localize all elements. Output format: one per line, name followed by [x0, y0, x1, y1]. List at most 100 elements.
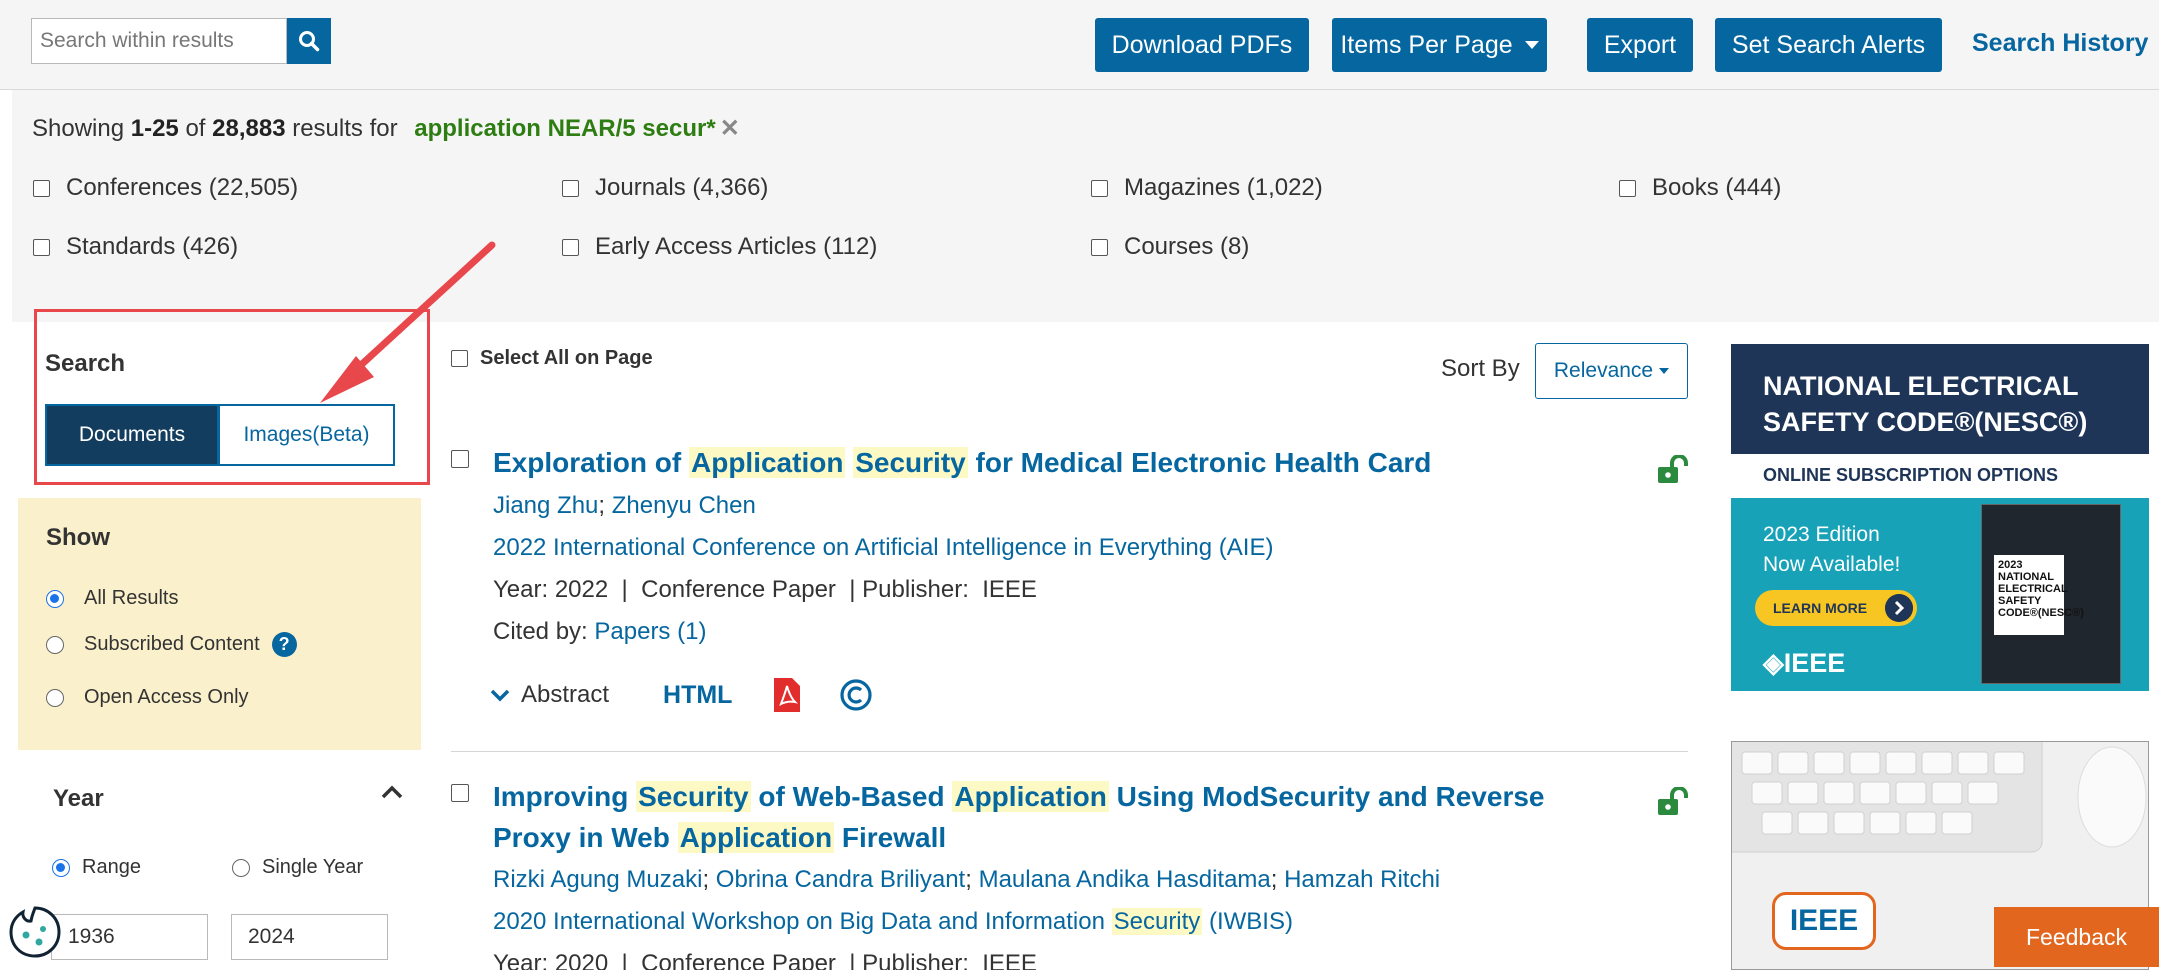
author-link[interactable]: Obrina Candra Briliyant [716, 866, 965, 893]
copyright-icon[interactable] [839, 678, 873, 712]
radio-label: Range [82, 856, 141, 878]
checkbox[interactable] [33, 238, 50, 256]
filter-label: Magazines (1,022) [1124, 174, 1323, 201]
venue-link[interactable]: 2020 International Workshop on Big Data … [493, 908, 1293, 935]
radio[interactable] [46, 635, 64, 654]
year-single-option[interactable]: Single Year [232, 856, 363, 879]
ad-edition-line: Now Available! [1763, 553, 1901, 576]
feedback-button[interactable]: Feedback [1994, 907, 2159, 967]
sort-value: Relevance [1553, 359, 1654, 382]
show-open-access-only[interactable]: Open Access Only [46, 686, 249, 709]
search-within-results[interactable] [31, 18, 288, 64]
search-icon [299, 31, 320, 52]
result-title-link[interactable]: Improving Security of Web-Based Applicat… [493, 777, 1545, 817]
radio-selected[interactable] [52, 858, 70, 877]
radio[interactable] [46, 688, 64, 707]
sort-by-label: Sort By [1441, 355, 1520, 382]
help-icon[interactable]: ? [271, 632, 297, 657]
result-meta: Year: 2020 | Conference Paper | Publishe… [493, 950, 1037, 970]
download-pdfs-button[interactable]: Download PDFs [1095, 18, 1309, 72]
title-part: Exploration of [493, 447, 689, 478]
highlight-term: Security [636, 781, 751, 812]
checkbox[interactable] [1619, 179, 1636, 197]
filter-label: Early Access Articles (112) [595, 233, 878, 260]
filter-courses[interactable]: Courses (8) [1091, 233, 1249, 261]
venue-link[interactable]: 2022 International Conference on Artific… [493, 534, 1273, 561]
show-subscribed-content[interactable]: Subscribed Content? [46, 632, 297, 657]
year-to-input[interactable]: 2024 [231, 914, 388, 960]
ad-strip-text: ONLINE SUBSCRIPTION OPTIONS [1763, 465, 2059, 485]
radio[interactable] [232, 858, 250, 877]
result-title-link-line2[interactable]: Proxy in Web Application Firewall [493, 818, 946, 858]
items-per-page-dropdown[interactable]: Items Per Page [1332, 18, 1547, 72]
year-from-input[interactable]: 1936 [51, 914, 208, 960]
author-link[interactable]: Rizki Agung Muzaki [493, 866, 702, 893]
summary-range: 1-25 [130, 115, 179, 142]
ad-edition: 2023 Edition Now Available! [1763, 520, 1900, 580]
caret-down-icon [1659, 368, 1670, 374]
checkbox[interactable] [562, 179, 579, 197]
checkbox[interactable] [1091, 238, 1108, 256]
ad-title-line: SAFETY CODE®(NESC®) [1763, 407, 2088, 437]
images-beta-toggle[interactable]: Images(Beta) [219, 404, 395, 466]
checkbox[interactable] [1091, 179, 1108, 197]
author-link[interactable]: Zhenyu Chen [612, 492, 756, 519]
checkbox[interactable] [451, 350, 468, 367]
author-link[interactable]: Hamzah Ritchi [1284, 866, 1440, 893]
result-divider [451, 751, 1688, 752]
radio-selected[interactable] [46, 589, 64, 608]
open-access-lock-icon [1658, 455, 1688, 483]
result-venue: 2022 International Conference on Artific… [493, 534, 1273, 562]
author-link[interactable]: Jiang Zhu [493, 492, 598, 519]
checkbox[interactable] [562, 238, 579, 256]
search-within-input[interactable] [32, 19, 288, 63]
pdf-icon[interactable] [772, 676, 802, 714]
ad-learn-more-button[interactable]: LEARN MORE [1755, 590, 1917, 626]
result-checkbox[interactable] [451, 450, 469, 468]
nesc-advertisement[interactable]: NATIONAL ELECTRICAL SAFETY CODE®(NESC®) O… [1731, 344, 2149, 691]
show-all-results[interactable]: All Results [46, 587, 178, 610]
highlight-term: Security [1111, 908, 1203, 935]
ad-title: NATIONAL ELECTRICAL SAFETY CODE®(NESC®) [1763, 368, 2087, 440]
highlight-term: Security [853, 447, 968, 478]
filter-journals[interactable]: Journals (4,366) [562, 174, 768, 202]
search-button[interactable] [287, 18, 331, 64]
cookie-settings-icon[interactable] [8, 905, 62, 959]
author-link[interactable]: Maulana Andika Hasditama [979, 866, 1271, 893]
result-title-link[interactable]: Exploration of Application Security for … [493, 443, 1431, 483]
cited-by-label: Cited by: [493, 618, 588, 645]
year-range-option[interactable]: Range [52, 856, 141, 879]
abstract-toggle[interactable]: Abstract [489, 681, 609, 709]
html-link[interactable]: HTML [663, 681, 732, 710]
ad-edition-line: 2023 Edition [1763, 523, 1880, 546]
search-history-link[interactable]: Search History [1972, 29, 2148, 58]
export-button[interactable]: Export [1587, 18, 1693, 72]
select-all-label: Select All on Page [480, 347, 653, 369]
radio-label: Open Access Only [84, 686, 249, 708]
filter-standards[interactable]: Standards (426) [33, 233, 238, 261]
clear-query-icon[interactable]: ✕ [720, 115, 740, 142]
summary-total: 28,883 [212, 115, 286, 142]
documents-toggle[interactable]: Documents [45, 404, 219, 466]
filter-books[interactable]: Books (444) [1619, 174, 1781, 202]
result-cited-by: Cited by: Papers (1) [493, 618, 706, 646]
result-authors: Rizki Agung Muzaki; Obrina Candra Briliy… [493, 866, 1441, 893]
checkbox[interactable] [33, 179, 50, 197]
filter-early-access[interactable]: Early Access Articles (112) [562, 233, 877, 261]
sort-by-dropdown[interactable]: Relevance [1535, 343, 1688, 399]
select-all-on-page[interactable]: Select All on Page [451, 347, 653, 370]
ad-header: NATIONAL ELECTRICAL SAFETY CODE®(NESC®) [1731, 344, 2149, 454]
filter-label: Journals (4,366) [595, 174, 769, 201]
filter-conferences[interactable]: Conferences (22,505) [33, 174, 298, 202]
highlight-term: Application [677, 822, 835, 853]
highlight-term: Application [952, 781, 1109, 812]
result-checkbox[interactable] [451, 784, 469, 802]
summary-results-for: results for [292, 115, 398, 142]
set-search-alerts-button[interactable]: Set Search Alerts [1715, 18, 1942, 72]
ad-body: 2023 Edition Now Available! LEARN MORE ◈I… [1731, 498, 2149, 691]
chevron-down-icon [490, 689, 510, 702]
title-part: Proxy in Web [493, 822, 678, 853]
cited-by-link[interactable]: Papers (1) [594, 618, 706, 645]
filter-magazines[interactable]: Magazines (1,022) [1091, 174, 1323, 202]
chevron-up-icon[interactable] [380, 784, 404, 800]
